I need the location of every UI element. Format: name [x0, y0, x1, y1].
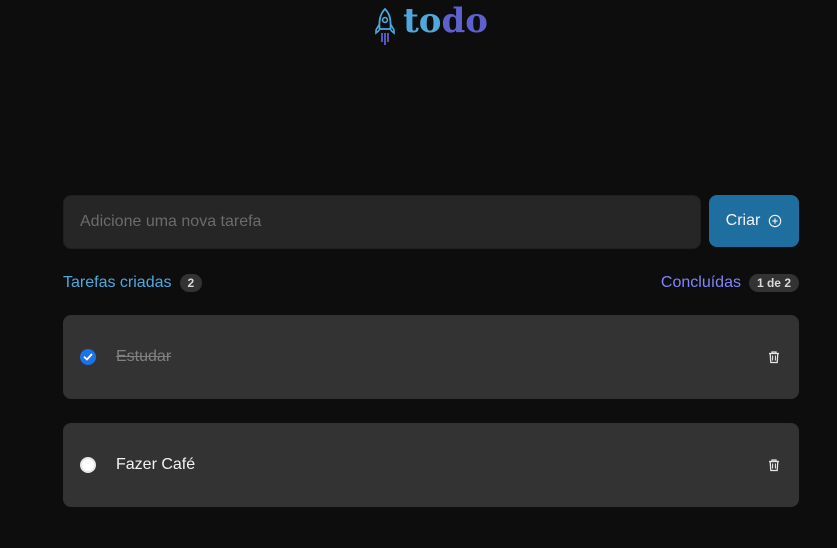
task-item: Fazer Café: [63, 423, 799, 507]
done-counter-label: Concluídas: [660, 274, 741, 291]
trash-icon: [769, 459, 779, 472]
task-counters: Tarefas criadas 2 Concluídas 1 de 2: [63, 272, 799, 294]
create-button-label: Criar: [725, 212, 761, 229]
done-counter: Concluídas 1 de 2: [661, 274, 799, 292]
created-counter-label: Tarefas criadas: [63, 274, 172, 291]
delete-task-button[interactable]: [764, 455, 784, 475]
trash-icon: [769, 351, 779, 364]
task-list: Estudar Fazer Café: [63, 315, 799, 531]
header: todo: [0, 0, 837, 50]
task-checkbox-unchecked[interactable]: [80, 457, 96, 473]
created-counter: Tarefas criadas 2: [63, 274, 203, 292]
task-text: Fazer Café: [116, 456, 196, 473]
logo-text-do: do: [441, 1, 488, 41]
plus-circle-icon: [769, 214, 782, 228]
logo-text-to: to: [403, 1, 442, 41]
task-checkbox-checked[interactable]: [80, 349, 96, 365]
logo: todo: [373, 2, 488, 47]
new-task-form: Criar: [63, 195, 799, 249]
check-icon: [83, 353, 93, 361]
rocket-icon: [375, 7, 395, 45]
app-root: todo Criar Tarefas criadas 2 Concluídas …: [0, 0, 837, 548]
done-counter-badge: 1 de 2: [748, 274, 799, 292]
create-button[interactable]: Criar: [709, 195, 799, 247]
delete-task-button[interactable]: [764, 347, 784, 367]
logo-text: todo: [403, 2, 488, 40]
task-item: Estudar: [63, 315, 799, 399]
created-counter-badge: 2: [179, 274, 203, 292]
new-task-input[interactable]: [63, 195, 701, 249]
task-text: Estudar: [116, 348, 172, 365]
